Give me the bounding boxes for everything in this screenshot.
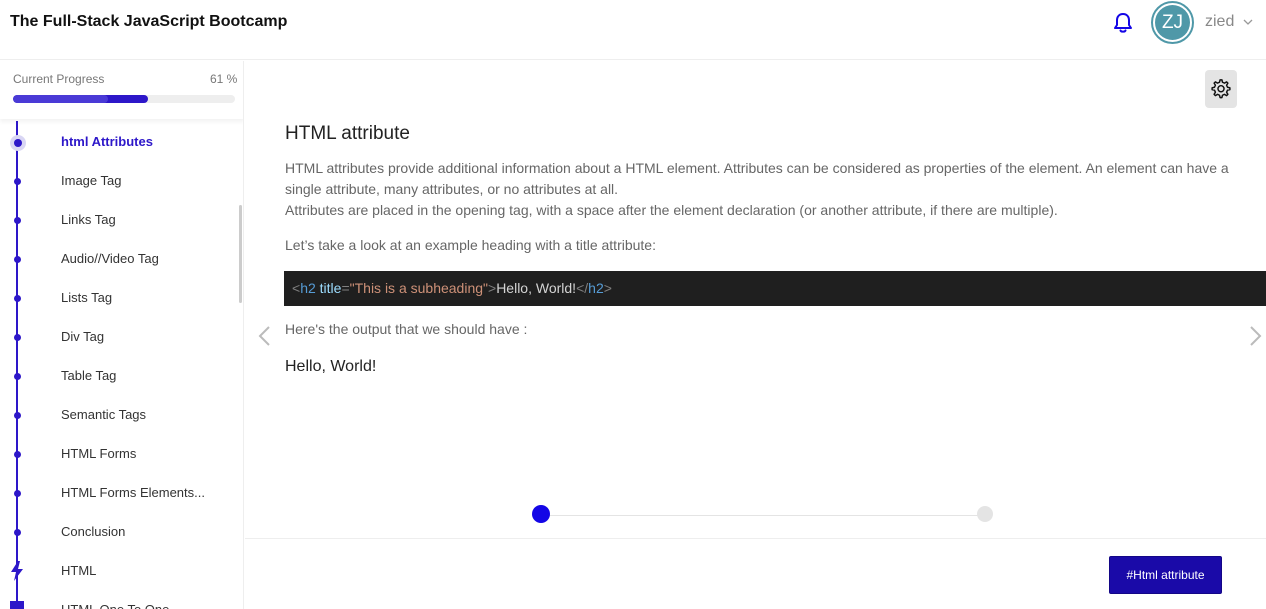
sidebar-lesson-item[interactable]: Audio//Video Tag [0, 240, 236, 279]
sidebar-lesson-item[interactable]: HTML Forms [0, 435, 236, 474]
step-indicator-next[interactable] [977, 506, 993, 522]
lesson-paragraph-1: HTML attributes provide additional infor… [285, 160, 1229, 197]
chevron-right-icon[interactable] [1249, 325, 1263, 347]
code-tag: h2 [300, 280, 316, 296]
lesson-title: HTML attribute [285, 123, 410, 144]
lesson-footer: #Html attribute [245, 538, 1266, 609]
bolt-icon [11, 561, 23, 581]
sidebar-lesson-label: Semantic Tags [61, 407, 147, 422]
lesson-paragraph-2: Attributes are placed in the opening tag… [285, 202, 1058, 218]
sidebar-lesson-item[interactable]: Lists Tag [0, 279, 236, 318]
settings-button[interactable] [1205, 70, 1237, 108]
sidebar-lesson-item[interactable]: html Attributes [0, 123, 236, 162]
sidebar-lesson-label: Audio//Video Tag [61, 251, 159, 266]
progress-value: 61 % [210, 72, 238, 86]
timeline-dot-icon [14, 295, 21, 302]
sidebar-lesson-item[interactable]: Conclusion [0, 513, 236, 552]
sidebar-lesson-item[interactable]: Semantic Tags [0, 396, 236, 435]
sidebar-lesson-item[interactable]: HTML [0, 552, 236, 591]
course-title: The Full-Stack JavaScript Bootcamp [10, 13, 288, 30]
sidebar-lesson-label: Conclusion [61, 524, 126, 539]
avatar-initials: ZJ [1155, 5, 1190, 40]
sidebar-lesson-label: Lists Tag [61, 290, 113, 305]
timeline-dot-icon [14, 373, 21, 380]
lesson-sidebar: Current Progress 61 % html Attributes Ima… [0, 61, 244, 609]
sidebar-lesson-item[interactable]: Table Tag [0, 357, 236, 396]
sidebar-lesson-label: Links Tag [61, 212, 116, 227]
lesson-paragraph-3: Let’s take a look at an example heading … [285, 237, 656, 253]
code-close-end: > [603, 280, 612, 296]
code-close-start: </ [576, 280, 589, 296]
code-equals: = [341, 280, 350, 296]
sidebar-lesson-item[interactable]: Links Tag [0, 201, 236, 240]
code-open-bracket: < [292, 280, 301, 296]
lesson-content: HTML attribute HTML attributes provide a… [245, 61, 1266, 609]
sidebar-lesson-item[interactable]: Div Tag [0, 318, 236, 357]
code-example: <h2 title="This is a subheading">Hello, … [284, 271, 1266, 306]
code-close-open: > [488, 280, 497, 296]
progress-bar [13, 95, 235, 103]
sidebar-lesson-item[interactable]: HTML One To One [0, 591, 236, 609]
output-sample: Hello, World! [285, 358, 377, 375]
timeline-dot-icon [14, 451, 21, 458]
sidebar-scrollbar[interactable] [239, 205, 242, 303]
sidebar-lesson-label: HTML One To One [61, 602, 169, 609]
sidebar-lesson-label: HTML [61, 563, 97, 578]
username[interactable]: zied [1205, 13, 1234, 31]
step-indicator-current[interactable] [532, 505, 550, 523]
timeline-dot-icon [14, 490, 21, 497]
user-avatar[interactable]: ZJ [1151, 1, 1194, 44]
progress-panel: Current Progress 61 % [0, 61, 243, 119]
timeline-dot-icon [14, 412, 21, 419]
step-track [541, 515, 985, 516]
timeline-dot-icon [14, 178, 21, 185]
chevron-down-icon[interactable] [1243, 17, 1253, 27]
gear-icon [1211, 79, 1231, 99]
sidebar-lesson-item[interactable]: Image Tag [0, 162, 236, 201]
timeline-dot-icon [14, 529, 21, 536]
code-attribute-value: "This is a subheading" [349, 280, 488, 296]
sidebar-lesson-label: html Attributes [61, 134, 153, 149]
sidebar-lesson-label: Div Tag [61, 329, 105, 344]
output-label: Here's the output that we should have : [285, 321, 528, 337]
code-text: Hello, World! [496, 280, 577, 296]
code-attribute: title [319, 280, 342, 296]
progress-bar-fill [13, 95, 149, 103]
progress-label: Current Progress [13, 72, 105, 86]
progress-bar-highlight [13, 95, 108, 103]
html-attribute-tag-button[interactable]: #Html attribute [1109, 556, 1222, 594]
code-close-tag: h2 [588, 280, 604, 296]
chevron-left-icon[interactable] [257, 325, 271, 347]
timeline-dot-icon [14, 334, 21, 341]
timeline-dot-icon [14, 217, 21, 224]
timeline-dot-icon [14, 256, 21, 263]
sidebar-lesson-label: HTML Forms [61, 446, 137, 461]
timeline-dot-icon [10, 135, 26, 151]
sidebar-lesson-label: Image Tag [61, 173, 122, 188]
square-icon [10, 601, 24, 609]
top-header: The Full-Stack JavaScript Bootcamp ZJ zi… [0, 0, 1266, 60]
sidebar-lesson-label: Table Tag [61, 368, 117, 383]
sidebar-lesson-label: HTML Forms Elements... [61, 485, 205, 500]
bell-icon[interactable] [1113, 12, 1133, 34]
sidebar-lesson-item[interactable]: HTML Forms Elements... [0, 474, 236, 513]
